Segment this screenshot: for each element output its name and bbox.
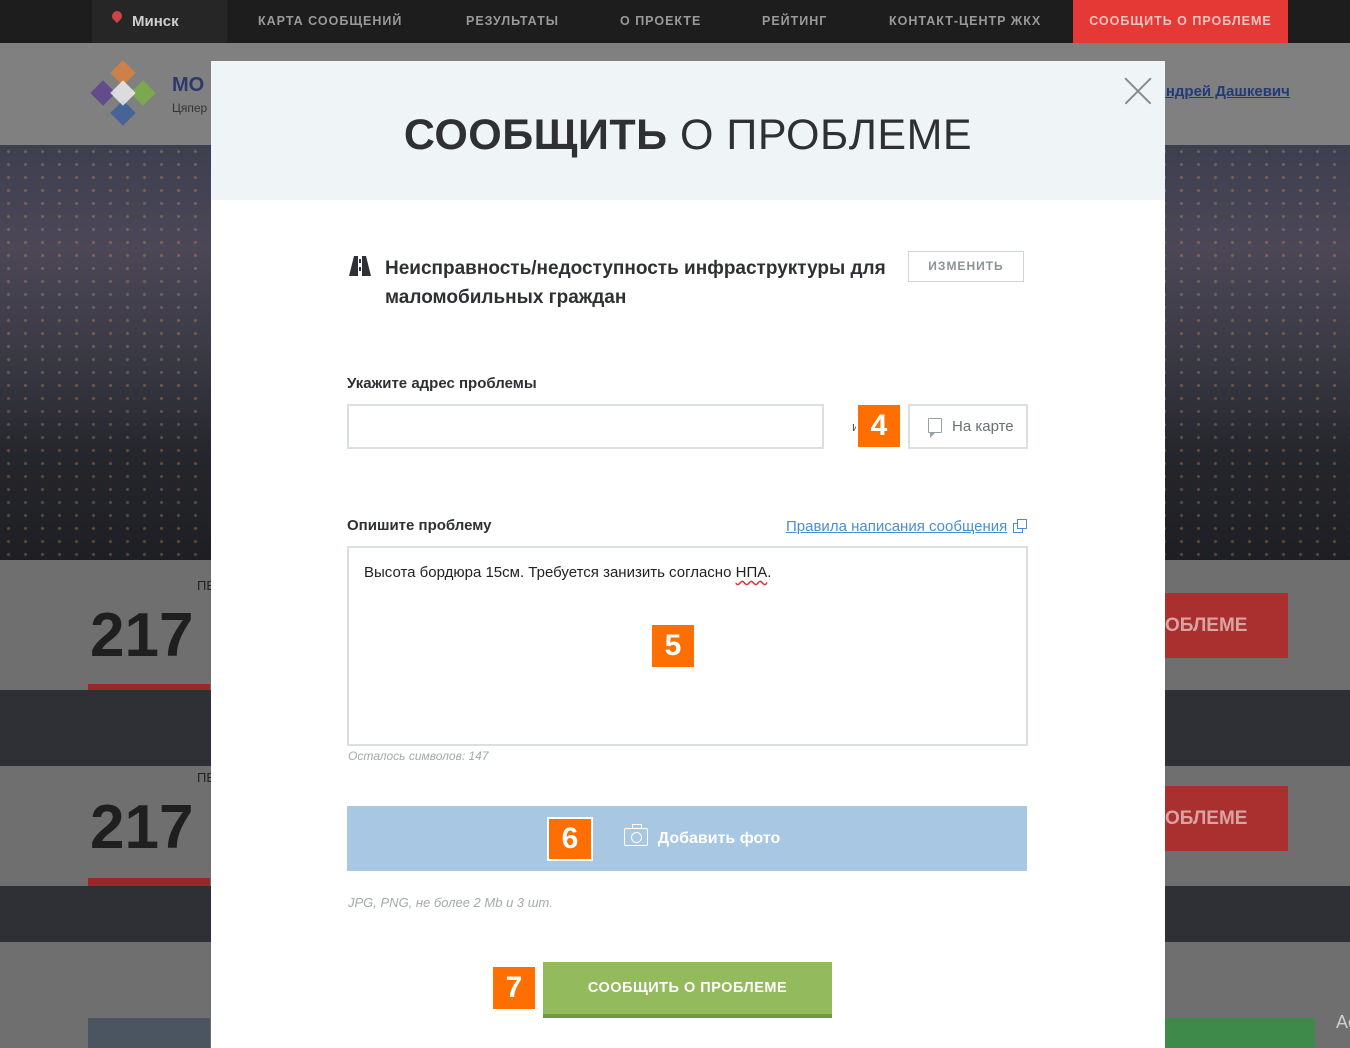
nav-messages-map[interactable]: КАРТА СООБЩЕНИЙ	[258, 0, 402, 43]
nav-results[interactable]: РЕЗУЛЬТАТЫ	[466, 0, 559, 43]
step-marker-7: 7	[491, 965, 537, 1011]
site-logo[interactable]	[90, 60, 158, 128]
stat-value: 217	[90, 601, 194, 670]
nav-about[interactable]: О ПРОЕКТЕ	[620, 0, 701, 43]
modal-header: СООБЩИТЬ О ПРОБЛЕМЕ	[211, 61, 1165, 200]
step-marker-6: 6	[547, 817, 593, 861]
external-link-icon	[1013, 519, 1028, 533]
description-label: Опишите проблему	[347, 517, 492, 534]
report-problem-modal: СООБЩИТЬ О ПРОБЛЕМЕ Неисправность/недост…	[211, 61, 1165, 1048]
road-icon	[349, 256, 371, 276]
thumbnail-image	[88, 1018, 210, 1048]
top-nav: Минск КАРТА СООБЩЕНИЙ РЕЗУЛЬТАТЫ О ПРОЕК…	[0, 0, 1350, 43]
step-marker-5: 5	[650, 623, 696, 669]
close-icon[interactable]	[1124, 77, 1152, 105]
stat-value: 217	[90, 793, 194, 862]
add-photo-label: Добавить фото	[657, 830, 781, 847]
nav-contact-center[interactable]: КОНТАКТ-ЦЕНТР ЖКХ	[889, 0, 1041, 43]
problem-category: Неисправность/недоступность инфраструкту…	[385, 258, 886, 308]
map-pin-icon	[928, 418, 942, 438]
report-problem-nav-button[interactable]: СООБЩИТЬ О ПРОБЛЕМЕ	[1073, 0, 1288, 43]
description-misspelled-word: НПА	[735, 564, 768, 581]
description-text-end: .	[767, 564, 772, 581]
location-pin-icon	[109, 8, 125, 24]
report-problem-bg-button-1[interactable]: ОБЛЕМЕ	[1165, 593, 1288, 658]
camera-icon	[623, 824, 648, 846]
on-map-label: На карте	[952, 418, 1014, 435]
stat-underline	[88, 878, 210, 886]
change-category-button[interactable]: ИЗМЕНИТЬ	[908, 251, 1024, 282]
description-text: Высота бордюра 15см. Требуется занизить …	[364, 564, 736, 581]
city-label: Минск	[132, 13, 179, 30]
add-photo-button[interactable]: Добавить фото	[347, 806, 1027, 871]
writing-rules-label: Правила написания сообщения	[786, 518, 1008, 535]
submit-report-button[interactable]: СООБЩИТЬ О ПРОБЛЕМЕ	[543, 962, 832, 1018]
logo-title: МО	[172, 74, 205, 96]
on-map-button[interactable]: На карте	[908, 404, 1028, 449]
city-selector[interactable]: Минск	[92, 0, 227, 43]
report-problem-bg-button-2[interactable]: ОБЛЕМЕ	[1165, 786, 1288, 851]
address-input[interactable]	[347, 404, 824, 449]
writing-rules-link[interactable]: Правила написания сообщения	[786, 518, 1028, 535]
address-label: Укажите адрес проблемы	[347, 375, 537, 392]
modal-title-rest: О ПРОБЛЕМЕ	[680, 111, 973, 159]
step-marker-4: 4	[856, 403, 902, 449]
modal-title: СООБЩИТЬ О ПРОБЛЕМЕ	[211, 111, 1165, 160]
photo-requirements: JPG, PNG, не более 2 Mb и 3 шт.	[348, 895, 553, 910]
logo-subtitle: Цяпер	[172, 101, 208, 115]
nav-rating[interactable]: РЕЙТИНГ	[762, 0, 827, 43]
corner-text: Ac	[1336, 1012, 1350, 1032]
thumbnail-image	[1165, 1018, 1315, 1048]
modal-title-bold: СООБЩИТЬ	[403, 111, 668, 159]
characters-remaining: Осталось символов: 147	[348, 749, 489, 763]
user-profile-link[interactable]: Андрей Дашкевич	[1155, 83, 1290, 100]
